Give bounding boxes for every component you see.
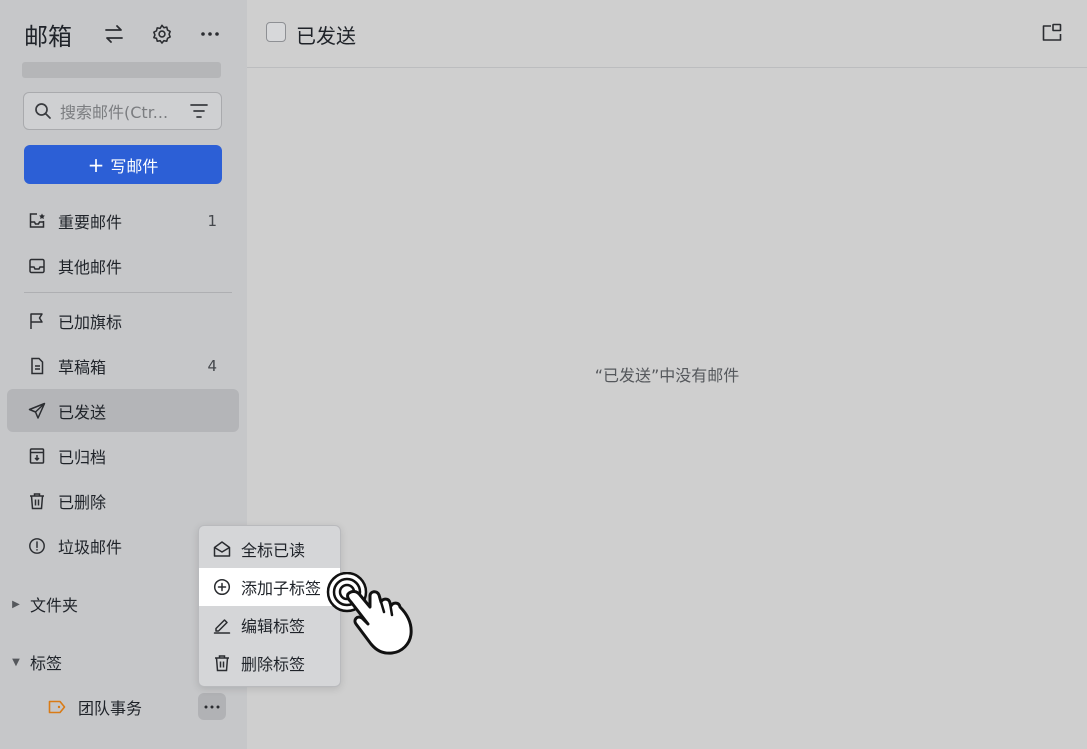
inbox-icon (28, 257, 46, 275)
menu-item-add-subtag[interactable]: 添加子标签 (199, 568, 340, 606)
menu-item-label: 删除标签 (241, 655, 306, 674)
menu-item-edit-tag[interactable]: 编辑标签 (199, 606, 340, 644)
folders-label: 文件夹 (30, 596, 79, 615)
nav-item-sent[interactable]: 已发送 (7, 389, 239, 432)
draft-icon (28, 357, 46, 375)
flag-icon (28, 312, 46, 330)
nav-item-flagged[interactable]: 已加旗标 (7, 299, 239, 342)
folders-group[interactable]: ▶ 文件夹 (10, 589, 78, 619)
nav-item-other[interactable]: 其他邮件 (7, 244, 239, 287)
nav-label: 已归档 (58, 447, 107, 467)
more-icon[interactable] (198, 22, 222, 46)
spam-icon (28, 537, 46, 555)
nav-label: 已发送 (58, 402, 107, 422)
sidebar-header: 邮箱 (24, 18, 224, 51)
nav-item-archived[interactable]: 已归档 (7, 434, 239, 477)
nav-count: 4 (207, 356, 217, 375)
tag-label: 团队事务 (78, 699, 143, 718)
switch-icon[interactable] (102, 22, 126, 46)
nav-label: 已加旗标 (58, 312, 123, 332)
nav-label: 已删除 (58, 492, 107, 512)
nav-item-deleted[interactable]: 已删除 (7, 479, 239, 522)
trash-icon (213, 654, 231, 672)
menu-item-label: 编辑标签 (241, 617, 306, 636)
header-actions (102, 18, 222, 50)
nav-item-drafts[interactable]: 草稿箱 4 (7, 344, 239, 387)
menu-item-mark-all-read[interactable]: 全标已读 (199, 530, 340, 568)
trash-icon (28, 492, 46, 510)
more-icon (204, 705, 220, 708)
tag-icon (48, 699, 66, 715)
compose-button[interactable]: + 写邮件 (24, 145, 222, 184)
menu-item-label: 添加子标签 (241, 579, 322, 598)
empty-state-text: “已发送”中没有邮件 (594, 366, 740, 385)
popout-icon[interactable] (1041, 22, 1063, 44)
nav-item-important[interactable]: 重要邮件 1 (7, 199, 239, 242)
caret-down-icon: ▼ (12, 656, 20, 668)
account-bar (22, 62, 221, 78)
search-placeholder: 搜索邮件(Ctr... (60, 103, 169, 122)
edit-icon (213, 616, 231, 634)
nav-label: 其他邮件 (58, 257, 123, 277)
important-inbox-icon (28, 212, 46, 230)
archive-icon (28, 447, 46, 465)
tag-item-team[interactable]: 团队事务 (48, 692, 142, 722)
main-header: 已发送 (247, 0, 1087, 68)
send-icon (28, 402, 46, 420)
filter-icon[interactable] (189, 101, 209, 121)
main-panel: 已发送 “已发送”中没有邮件 (247, 0, 1087, 749)
nav-label: 草稿箱 (58, 357, 107, 377)
tags-label: 标签 (30, 654, 63, 673)
menu-item-label: 全标已读 (241, 541, 306, 560)
search-input[interactable]: 搜索邮件(Ctr... (23, 92, 222, 130)
tags-group[interactable]: ▼ 标签 (10, 647, 62, 677)
gear-icon[interactable] (150, 22, 174, 46)
nav-count: 1 (207, 211, 217, 230)
add-circle-icon (213, 578, 231, 596)
nav-label: 垃圾邮件 (58, 537, 123, 557)
tag-context-menu: 全标已读 添加子标签 编辑标签 删除标签 (198, 525, 341, 687)
menu-item-delete-tag[interactable]: 删除标签 (199, 644, 340, 682)
compose-label: 写邮件 (110, 156, 159, 176)
nav-divider (24, 292, 232, 293)
plus-icon: + (87, 152, 105, 177)
search-icon (34, 102, 52, 120)
nav-label: 重要邮件 (58, 212, 123, 232)
mailbox-title: 邮箱 (24, 22, 72, 51)
select-all-checkbox[interactable] (266, 22, 286, 42)
folder-title: 已发送 (296, 24, 356, 48)
caret-right-icon: ▶ (12, 598, 20, 610)
tag-more-button[interactable] (198, 693, 226, 720)
mail-open-icon (213, 540, 231, 558)
